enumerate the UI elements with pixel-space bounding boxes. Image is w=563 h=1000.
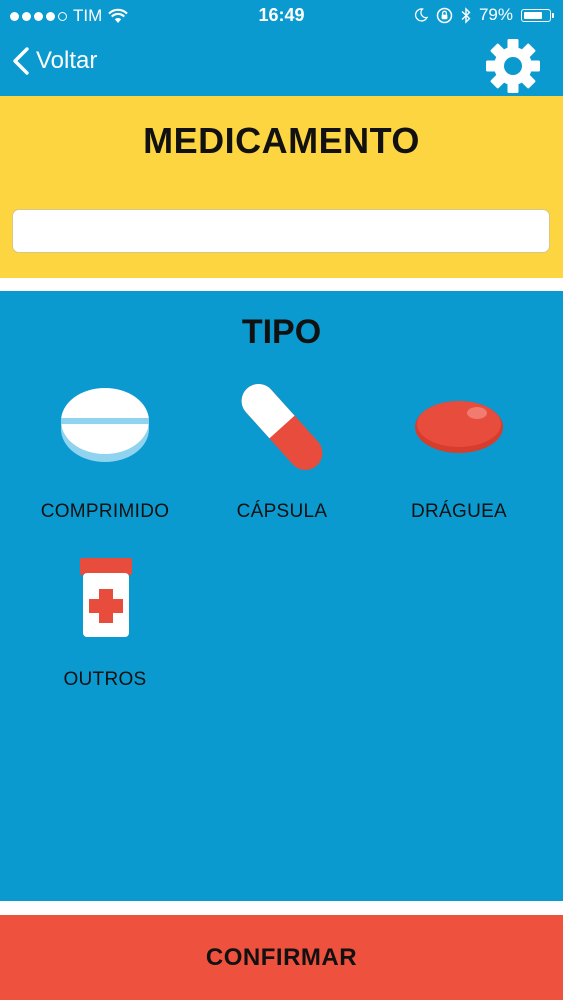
option-label: CÁPSULA — [236, 501, 328, 522]
medicamento-section: MEDICAMENTO — [0, 96, 563, 278]
option-label: COMPRIMIDO — [40, 501, 170, 522]
settings-button[interactable] — [485, 38, 541, 99]
dragee-icon — [415, 401, 503, 453]
moon-icon — [414, 8, 428, 22]
medicine-bottle-icon — [80, 558, 132, 637]
back-label: Voltar — [36, 47, 98, 74]
option-draguea[interactable]: DRÁGUEA — [374, 383, 544, 523]
option-capsula[interactable]: CÁPSULA — [197, 383, 367, 523]
rotation-lock-icon — [436, 7, 453, 23]
status-bar: TIM 16:49 79% — [0, 0, 563, 32]
capsule-icon — [234, 383, 330, 471]
battery-level — [524, 11, 542, 19]
option-outros[interactable]: OUTROS — [20, 556, 190, 691]
option-comprimido[interactable]: COMPRIMIDO — [20, 383, 190, 523]
battery-percent: 79% — [478, 5, 513, 24]
option-label: DRÁGUEA — [410, 501, 508, 522]
gear-icon — [486, 39, 540, 93]
battery-icon — [521, 8, 554, 22]
option-label: OUTROS — [63, 669, 147, 690]
medicamento-input[interactable] — [12, 209, 550, 253]
medicamento-title: MEDICAMENTO — [143, 120, 420, 161]
tablet-icon — [61, 388, 149, 462]
confirm-button[interactable]: CONFIRMAR — [0, 915, 563, 1000]
top-bar: TIM 16:49 79% Voltar — [0, 0, 563, 96]
bluetooth-icon — [461, 6, 471, 24]
tipo-title: TIPO — [241, 313, 322, 351]
status-right: 79% — [414, 5, 554, 25]
chevron-left-icon — [13, 47, 29, 75]
back-button[interactable]: Voltar — [12, 46, 97, 76]
tipo-section: TIPO COMPRIMIDO CÁPSULA DRÁGUEA OUTROS — [0, 291, 563, 901]
